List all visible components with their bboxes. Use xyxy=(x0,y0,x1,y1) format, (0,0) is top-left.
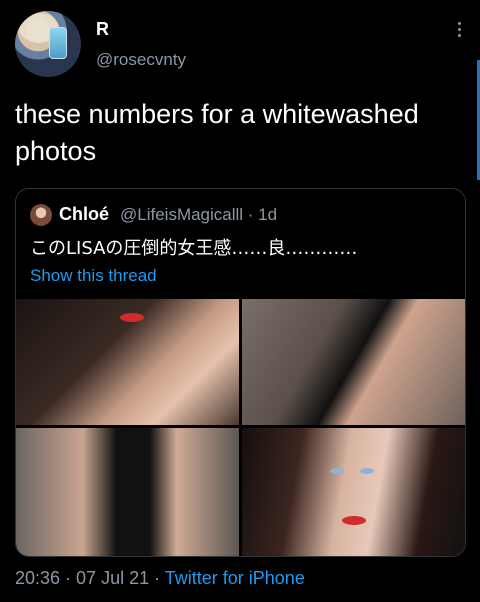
photo-3[interactable] xyxy=(16,428,239,556)
show-thread-link[interactable]: Show this thread xyxy=(30,266,157,286)
author-name[interactable]: R xyxy=(96,19,109,40)
quoted-avatar[interactable] xyxy=(30,204,52,226)
photo-4[interactable] xyxy=(242,428,465,556)
avatar-phone xyxy=(49,27,67,59)
photo-detail xyxy=(120,313,144,322)
photo-1[interactable] xyxy=(16,299,239,425)
tweet-timestamp[interactable]: 20:36 · 07 Jul 21 · xyxy=(15,568,165,588)
tweet-text: these numbers for a whitewashed photos xyxy=(15,99,419,166)
photo-grid xyxy=(16,299,465,556)
photo-2[interactable] xyxy=(242,299,465,425)
tweet-footer: 20:36 · 07 Jul 21 · Twitter for iPhone xyxy=(15,568,305,589)
photo-detail xyxy=(330,468,344,474)
author-handle[interactable]: @rosecvnty xyxy=(96,50,186,70)
author-avatar[interactable] xyxy=(15,11,81,77)
photo-detail xyxy=(360,468,374,474)
quoted-tweet[interactable]: Chloé @LifeisMagicalll · 1d このLISAの圧倒的女王… xyxy=(15,188,466,557)
photo-detail xyxy=(342,516,366,525)
quoted-text: このLISAの圧倒的女王感……良………… xyxy=(30,238,358,259)
more-options-icon[interactable] xyxy=(458,22,462,40)
tweet-source[interactable]: Twitter for iPhone xyxy=(165,568,305,588)
quoted-author-name[interactable]: Chloé xyxy=(59,204,109,225)
quoted-handle-time: @LifeisMagicalll · 1d xyxy=(120,205,278,224)
